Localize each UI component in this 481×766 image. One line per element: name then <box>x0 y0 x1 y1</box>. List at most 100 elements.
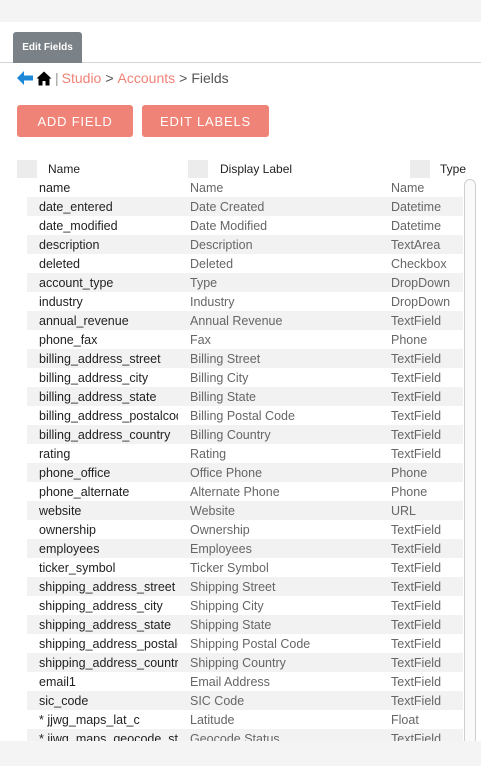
column-header-type[interactable]: Type <box>440 160 466 178</box>
display-label-cell: Ownership <box>190 522 250 537</box>
display-label-cell: Billing Street <box>190 351 261 366</box>
table-row[interactable]: shipping_address_country Shipping Country… <box>27 653 463 672</box>
field-type-cell: Phone <box>391 332 428 347</box>
field-name-cell[interactable]: billing_address_city <box>39 371 178 385</box>
table-row[interactable]: ticker_symbol Ticker Symbol TextField <box>27 558 463 577</box>
table-row[interactable]: billing_address_postalcode Billing Postal… <box>27 406 463 425</box>
field-name-cell[interactable]: * jjwg_maps_geocode_status_c <box>39 732 178 742</box>
table-row[interactable]: account_type Type DropDown <box>27 273 463 292</box>
field-name-cell[interactable]: annual_revenue <box>39 314 178 328</box>
field-name-cell[interactable]: rating <box>39 447 178 461</box>
table-row[interactable]: name Name Name <box>27 178 463 197</box>
table-row[interactable]: description Description TextArea <box>27 235 463 254</box>
home-icon[interactable] <box>36 71 52 86</box>
breadcrumb-accounts[interactable]: Accounts <box>118 70 176 86</box>
table-row[interactable]: annual_revenue Annual Revenue TextField <box>27 311 463 330</box>
table-row[interactable]: employees Employees TextField <box>27 539 463 558</box>
table-scrollbar[interactable] <box>464 179 476 741</box>
table-row[interactable]: billing_address_city Billing City TextFiel… <box>27 368 463 387</box>
field-name-cell[interactable]: billing_address_postalcode <box>39 409 178 423</box>
field-name-cell[interactable]: shipping_address_city <box>39 599 178 613</box>
column-header-name[interactable]: Name <box>48 160 80 178</box>
table-row[interactable]: billing_address_street Billing Street Text… <box>27 349 463 368</box>
field-name-cell[interactable]: industry <box>39 295 178 309</box>
display-label-cell: Shipping Street <box>190 579 276 594</box>
display-label-cell: SIC Code <box>190 693 245 708</box>
field-type-cell: TextField <box>391 617 442 632</box>
header-cell-spacer <box>410 160 430 178</box>
edit-labels-button[interactable]: EDIT LABELS <box>142 105 269 137</box>
table-row[interactable]: phone_alternate Alternate Phone Phone <box>27 482 463 501</box>
field-name-cell[interactable]: billing_address_state <box>39 390 178 404</box>
tab-strip: Edit Fields <box>0 32 481 63</box>
field-name-cell[interactable]: shipping_address_postalcode <box>39 637 178 651</box>
field-name-cell[interactable]: website <box>39 504 178 518</box>
table-row[interactable]: shipping_address_state Shipping State Text… <box>27 615 463 634</box>
field-type-cell: TextField <box>391 351 442 366</box>
field-name-cell[interactable]: account_type <box>39 276 178 290</box>
display-label-cell: Email Address <box>190 674 270 689</box>
table-row[interactable]: shipping_address_postalcode Shipping Post… <box>27 634 463 653</box>
table-row[interactable]: * jjwg_maps_geocode_status_c Geocode Stat… <box>27 729 463 741</box>
field-name-cell[interactable]: * jjwg_maps_lat_c <box>39 713 178 727</box>
field-name-cell[interactable]: sic_code <box>39 694 178 708</box>
field-type-cell: DropDown <box>391 275 451 290</box>
table-row[interactable]: ownership Ownership TextField <box>27 520 463 539</box>
table-row[interactable]: billing_address_country Billing Country Te… <box>27 425 463 444</box>
display-label-cell: Shipping City <box>190 598 264 613</box>
table-row[interactable]: shipping_address_city Shipping City TextFi… <box>27 596 463 615</box>
fields-table-body: name Name Name date_entered Date Created Date… <box>27 178 463 741</box>
back-arrow-icon[interactable] <box>16 70 34 86</box>
table-row[interactable]: website Website URL <box>27 501 463 520</box>
display-label-cell: Type <box>190 275 218 290</box>
field-name-cell[interactable]: billing_address_street <box>39 352 178 366</box>
field-name-cell[interactable]: employees <box>39 542 178 556</box>
field-type-cell: Phone <box>391 465 428 480</box>
field-type-cell: Datetime <box>391 218 442 233</box>
field-name-cell[interactable]: date_modified <box>39 219 178 233</box>
field-type-cell: TextField <box>391 541 442 556</box>
field-name-cell[interactable]: ticker_symbol <box>39 561 178 575</box>
breadcrumb: | Studio > Accounts > Fields <box>16 68 229 88</box>
breadcrumb-studio[interactable]: Studio <box>62 70 102 86</box>
table-row[interactable]: email1 Email Address TextField <box>27 672 463 691</box>
field-name-cell[interactable]: shipping_address_street <box>39 580 178 594</box>
field-type-cell: TextField <box>391 731 442 742</box>
display-label-cell: Fax <box>190 332 211 347</box>
table-row[interactable]: date_modified Date Modified Datetime <box>27 216 463 235</box>
table-row[interactable]: shipping_address_street Shipping Street Te… <box>27 577 463 596</box>
field-type-cell: TextField <box>391 598 442 613</box>
table-row[interactable]: industry Industry DropDown <box>27 292 463 311</box>
field-name-cell[interactable]: phone_fax <box>39 333 178 347</box>
table-row[interactable]: rating Rating TextField <box>27 444 463 463</box>
field-name-cell[interactable]: shipping_address_country <box>39 656 178 670</box>
field-type-cell: TextField <box>391 522 442 537</box>
add-field-button[interactable]: ADD FIELD <box>17 105 133 137</box>
table-row[interactable]: * jjwg_maps_lat_c Latitude Float <box>27 710 463 729</box>
table-row[interactable]: date_entered Date Created Datetime <box>27 197 463 216</box>
field-name-cell[interactable]: description <box>39 238 178 252</box>
field-type-cell: TextField <box>391 313 442 328</box>
field-name-cell[interactable]: shipping_address_state <box>39 618 178 632</box>
field-type-cell: URL <box>391 503 417 518</box>
field-name-cell[interactable]: deleted <box>39 257 178 271</box>
table-row[interactable]: sic_code SIC Code TextField <box>27 691 463 710</box>
field-name-cell[interactable]: name <box>39 181 178 195</box>
table-row[interactable]: deleted Deleted Checkbox <box>27 254 463 273</box>
tab-edit-fields[interactable]: Edit Fields <box>13 32 82 63</box>
column-header-display-label[interactable]: Display Label <box>220 160 292 178</box>
field-name-cell[interactable]: phone_office <box>39 466 178 480</box>
field-name-cell[interactable]: email1 <box>39 675 178 689</box>
field-type-cell: TextField <box>391 674 442 689</box>
display-label-cell: Office Phone <box>190 465 263 480</box>
display-label-cell: Shipping Postal Code <box>190 636 311 651</box>
field-name-cell[interactable]: date_entered <box>39 200 178 214</box>
table-row[interactable]: phone_office Office Phone Phone <box>27 463 463 482</box>
table-row[interactable]: phone_fax Fax Phone <box>27 330 463 349</box>
field-name-cell[interactable]: phone_alternate <box>39 485 178 499</box>
table-row[interactable]: billing_address_state Billing State TextFi… <box>27 387 463 406</box>
field-name-cell[interactable]: billing_address_country <box>39 428 178 442</box>
field-name-cell[interactable]: ownership <box>39 523 178 537</box>
breadcrumb-current: Fields <box>191 70 229 86</box>
display-label-cell: Billing Postal Code <box>190 408 295 423</box>
